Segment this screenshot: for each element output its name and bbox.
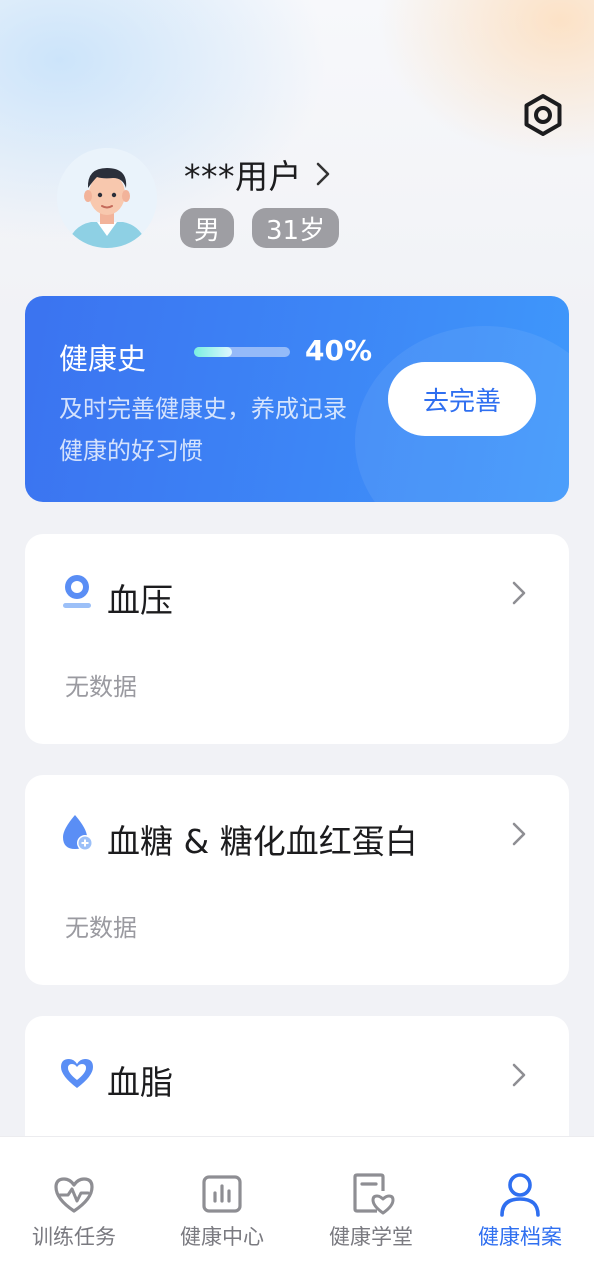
document-heart-icon bbox=[353, 1173, 395, 1215]
username: ***用户 bbox=[184, 157, 302, 196]
chart-icon bbox=[202, 1175, 242, 1213]
avatar[interactable] bbox=[57, 148, 157, 248]
health-history-card: 健康史 40% 及时完善健康史，养成记录健康的好习惯 去完善 bbox=[25, 296, 569, 502]
nav-item-health-records[interactable]: 健康档案 bbox=[446, 1137, 594, 1280]
age-badge: 31岁 bbox=[252, 208, 340, 248]
blood-pressure-icon bbox=[63, 575, 91, 608]
chevron-right-icon bbox=[316, 162, 330, 186]
nav-label: 健康中心 bbox=[180, 1225, 264, 1249]
settings-hexagon-icon bbox=[524, 94, 562, 136]
chevron-right-icon bbox=[512, 822, 526, 846]
health-history-title: 健康史 bbox=[59, 342, 147, 376]
chevron-right-icon bbox=[512, 581, 526, 605]
progress-fill bbox=[194, 347, 233, 357]
settings-button[interactable] bbox=[520, 92, 566, 138]
blood-sugar-value: 无数据 bbox=[65, 914, 137, 942]
blood-sugar-card[interactable]: 血糖 & 糖化血红蛋白 无数据 bbox=[25, 775, 569, 985]
complete-health-history-button[interactable]: 去完善 bbox=[388, 362, 536, 436]
blood-sugar-icon bbox=[63, 815, 93, 851]
nav-label: 健康档案 bbox=[478, 1225, 562, 1249]
user-icon bbox=[500, 1173, 540, 1217]
blood-pressure-card[interactable]: 血压 无数据 bbox=[25, 534, 569, 744]
nav-item-training-tasks[interactable]: 训练任务 bbox=[0, 1137, 148, 1280]
blood-sugar-title: 血糖 & 糖化血红蛋白 bbox=[107, 822, 418, 861]
heart-pulse-icon bbox=[54, 1177, 94, 1213]
avatar-illustration bbox=[57, 148, 157, 248]
nav-label: 健康学堂 bbox=[329, 1225, 413, 1249]
gender-badge: 男 bbox=[180, 208, 235, 248]
profile-tags: 男 31岁 bbox=[180, 208, 340, 248]
chevron-right-icon bbox=[512, 1063, 526, 1087]
nav-item-health-academy[interactable]: 健康学堂 bbox=[297, 1137, 445, 1280]
blood-lipid-icon bbox=[61, 1059, 93, 1088]
profile-name-row[interactable]: ***用户 bbox=[184, 152, 330, 196]
blood-pressure-title: 血压 bbox=[107, 581, 173, 620]
blood-lipid-title: 血脂 bbox=[107, 1063, 173, 1102]
blood-pressure-value: 无数据 bbox=[65, 673, 137, 701]
health-profile-screen: ***用户 男 31岁 健康史 40% 及时完善健康史，养成记录健康的好习惯 去… bbox=[0, 0, 594, 1280]
health-history-progress-text: 40% bbox=[305, 334, 373, 367]
health-history-description: 及时完善健康史，养成记录健康的好习惯 bbox=[59, 395, 347, 465]
nav-label: 训练任务 bbox=[32, 1225, 116, 1249]
nav-item-health-center[interactable]: 健康中心 bbox=[148, 1137, 296, 1280]
health-history-progress-bar bbox=[194, 347, 290, 357]
bottom-navigation: 训练任务 健康中心 健康学堂 健康档案 bbox=[0, 1136, 594, 1280]
